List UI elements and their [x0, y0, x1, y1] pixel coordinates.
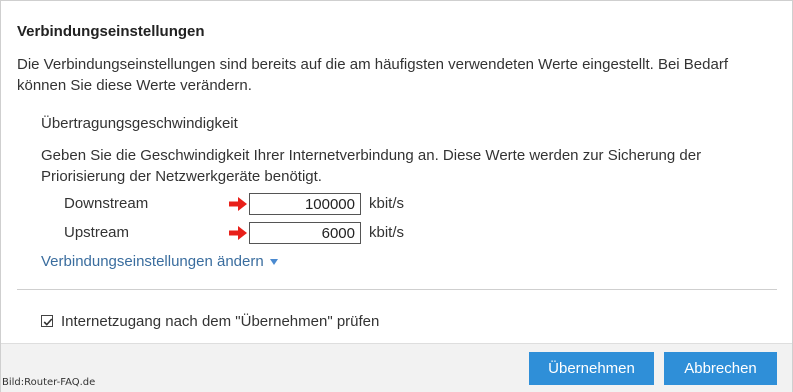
apply-button[interactable]: Übernehmen	[529, 352, 654, 385]
internet-check-label: Internetzugang nach dem "Übernehmen" prü…	[61, 313, 380, 330]
section-intro: Die Verbindungseinstellungen sind bereit…	[17, 56, 728, 94]
downstream-label: Downstream	[64, 195, 149, 212]
upstream-input[interactable]	[249, 222, 361, 244]
upstream-label: Upstream	[64, 224, 130, 241]
right-arrow-icon	[229, 226, 247, 240]
speed-description: Geben Sie die Geschwindigkeit Ihrer Inte…	[41, 147, 702, 185]
downstream-input[interactable]	[249, 193, 361, 215]
speed-title: Übertragungsgeschwindigkeit	[41, 115, 238, 132]
section-title: Verbindungseinstellungen	[17, 23, 205, 40]
right-arrow-icon	[229, 197, 247, 211]
divider	[17, 289, 777, 290]
change-settings-link[interactable]: Verbindungseinstellungen ändern	[41, 253, 278, 270]
change-settings-link-label: Verbindungseinstellungen ändern	[41, 253, 264, 270]
cancel-button[interactable]: Abbrechen	[664, 352, 777, 385]
downstream-unit: kbit/s	[369, 195, 405, 212]
image-credit: Bild:Router-FAQ.de	[2, 377, 96, 388]
dialog-footer: Übernehmen Abbrechen	[1, 343, 792, 392]
caret-down-icon	[269, 259, 278, 266]
checkmark-icon	[43, 318, 53, 326]
settings-panel: Verbindungseinstellungen Die Verbindungs…	[0, 0, 793, 392]
upstream-unit: kbit/s	[369, 224, 405, 241]
internet-check-checkbox[interactable]	[41, 315, 53, 327]
